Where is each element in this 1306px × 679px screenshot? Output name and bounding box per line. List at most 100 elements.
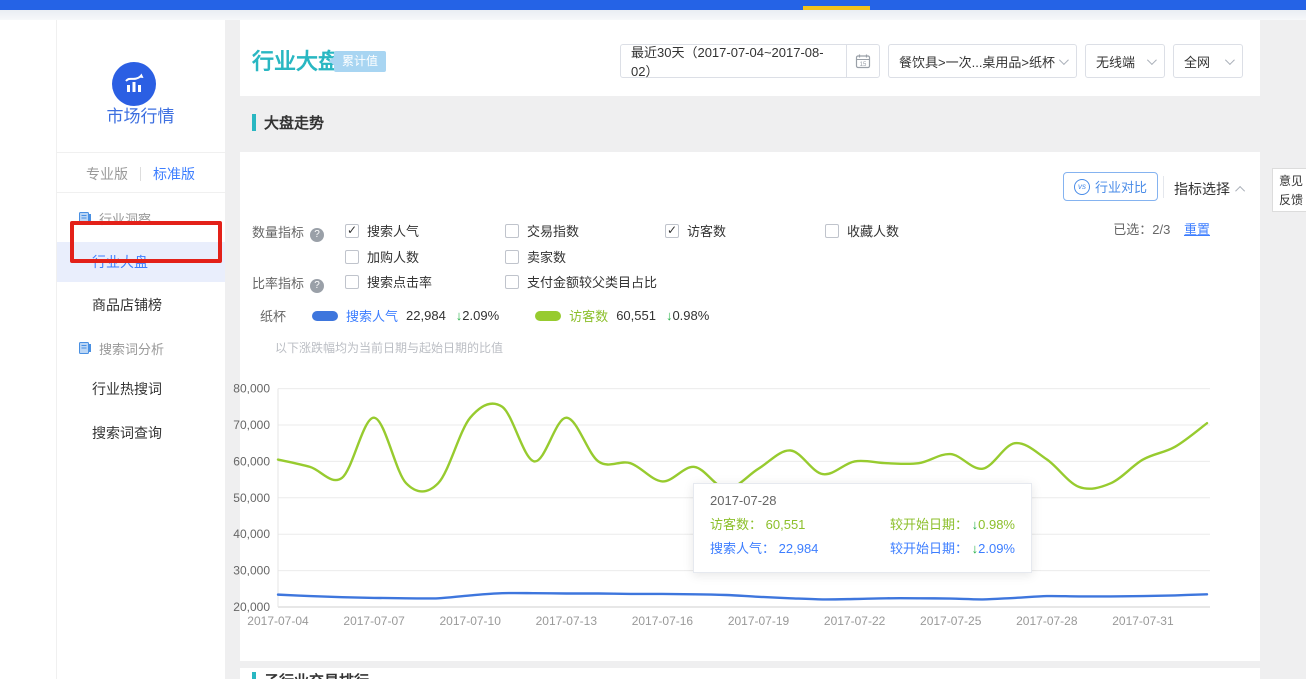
x-axis-tick-label: 2017-07-25: [920, 614, 982, 628]
metric-checkbox-label: 加购人数: [367, 247, 419, 266]
section-header-trend: 大盘走势: [252, 112, 324, 133]
legend-pill-search-popularity[interactable]: [312, 311, 338, 321]
sidebar: 市场行情 专业版 标准版 行业洞察 行业大盘 商品店铺榜: [0, 20, 225, 679]
vs-icon: vs: [1074, 179, 1090, 195]
next-section-panel: 子行业交易排行: [240, 668, 1260, 679]
scope-filter-value: 全网: [1184, 52, 1210, 71]
sidebar-item-label: 商品店铺榜: [92, 295, 162, 315]
metric-option: 加购人数: [345, 247, 419, 266]
metric-checkbox-label: 交易指数: [527, 221, 579, 240]
y-axis-tick-label: 30,000: [233, 564, 270, 578]
sidebar-item-label: 搜索词查询: [92, 423, 162, 443]
metric-checkbox[interactable]: [505, 224, 519, 238]
terminal-filter-dropdown[interactable]: 无线端: [1085, 44, 1165, 78]
metric-option: 卖家数: [505, 247, 566, 266]
chart-arrow-icon: [120, 70, 148, 98]
metric-checkbox-label: 搜索人气: [367, 221, 419, 240]
section-accent-bar: [252, 114, 256, 131]
metric-select-label: 指标选择: [1174, 179, 1230, 199]
industry-compare-button[interactable]: vs 行业对比: [1063, 172, 1158, 201]
metric-checkbox-label: 收藏人数: [847, 221, 899, 240]
metric-option: 交易指数: [505, 221, 579, 240]
sidebar-item-label: 行业大盘: [92, 252, 148, 272]
x-axis-tick-label: 2017-07-10: [440, 614, 502, 628]
metric-option: 访客数: [665, 221, 726, 240]
line-series-访客数: [278, 404, 1207, 492]
metric-checkbox-label: 搜索点击率: [367, 272, 432, 291]
sidebar-item-product-shop-ranking[interactable]: 商品店铺榜: [56, 295, 225, 315]
sidebar-item-industry-dashboard[interactable]: 行业大盘: [56, 242, 225, 282]
selected-count-row: 已选：2/3 重置: [1040, 219, 1210, 238]
metric-select-toggle[interactable]: 指标选择: [1174, 179, 1245, 199]
legend-series-value: 60,551: [616, 308, 656, 323]
chart-legend: 纸杯 搜索人气 22,984 ↓ 2.09% 访客数 60,551 ↓ 0.98…: [260, 306, 745, 325]
y-axis-tick-label: 80,000: [233, 382, 270, 396]
metric-checkbox[interactable]: [345, 250, 359, 264]
x-axis-tick-label: 2017-07-13: [536, 614, 598, 628]
help-icon[interactable]: ?: [310, 279, 324, 293]
metric-checkbox[interactable]: [505, 275, 519, 289]
ledger-icon: [78, 341, 92, 355]
y-axis-tick-label: 40,000: [233, 527, 270, 541]
section-title: 子行业交易排行: [264, 670, 369, 679]
top-navbar: [0, 0, 1306, 10]
legend-series-value: 22,984: [406, 308, 446, 323]
x-axis-tick-label: 2017-07-07: [343, 614, 405, 628]
chart-note: 以下涨跌幅均为当前日期与起始日期的比值: [275, 339, 503, 356]
date-range-picker[interactable]: 最近30天（2017-07-04~2017-08-02） 15: [620, 44, 880, 78]
metric-checkbox[interactable]: [505, 250, 519, 264]
metric-checkbox[interactable]: [665, 224, 679, 238]
sidebar-section-search-word-analysis: 搜索词分析: [56, 339, 225, 357]
feedback-tab[interactable]: 意见反馈: [1272, 168, 1306, 212]
x-axis-tick-label: 2017-07-28: [1016, 614, 1078, 628]
date-range-text: 最近30天（2017-07-04~2017-08-02）: [621, 42, 846, 80]
metric-checkbox[interactable]: [345, 275, 359, 289]
sidebar-section-label: 行业洞察: [99, 209, 151, 228]
section-gap: [240, 661, 1260, 668]
category-filter-dropdown[interactable]: 餐饮具>一次...桌用品>纸杯: [888, 44, 1077, 78]
ledger-icon: [78, 211, 92, 225]
metric-option: 搜索点击率: [345, 272, 432, 291]
y-axis-tick-label: 20,000: [233, 600, 270, 614]
metric-checkbox-label: 卖家数: [527, 247, 566, 266]
metric-checkbox-label: 访客数: [687, 221, 726, 240]
legend-series-name: 访客数: [569, 306, 608, 325]
sidebar-item-search-word-query[interactable]: 搜索词查询: [56, 423, 225, 443]
legend-series-delta: 0.98%: [672, 308, 709, 323]
metric-option: 搜索人气: [345, 221, 419, 240]
chevron-down-icon: [1059, 55, 1069, 65]
tab-pro-version[interactable]: 专业版: [86, 164, 128, 184]
x-axis-tick-label: 2017-07-22: [824, 614, 886, 628]
compare-button-label: 行业对比: [1095, 177, 1147, 196]
metric-checkbox-label: 支付金额较父类目占比: [527, 272, 657, 291]
help-icon[interactable]: ?: [310, 228, 324, 242]
chevron-down-icon: [1147, 55, 1157, 65]
category-filter-value: 餐饮具>一次...桌用品>纸杯: [899, 52, 1055, 71]
metric-checkbox[interactable]: [825, 224, 839, 238]
divider: [56, 152, 225, 153]
tab-standard-version[interactable]: 标准版: [153, 164, 195, 184]
market-quotes-logo-icon: [112, 62, 156, 106]
tooltip-row-search-popularity: 搜索人气： 22,984 较开始日期： ↓2.09%: [710, 537, 1015, 561]
scope-filter-dropdown[interactable]: 全网: [1173, 44, 1243, 78]
legend-pill-visitors[interactable]: [535, 311, 561, 321]
terminal-filter-value: 无线端: [1096, 52, 1135, 71]
x-axis-tick-label: 2017-07-19: [728, 614, 790, 628]
section-accent-bar: [252, 672, 256, 679]
sidebar-item-label: 行业热搜词: [92, 379, 162, 399]
reset-link[interactable]: 重置: [1184, 222, 1210, 237]
sidebar-item-industry-hot-search-words[interactable]: 行业热搜词: [56, 379, 225, 399]
divider: [56, 192, 225, 193]
calendar-icon[interactable]: 15: [846, 45, 879, 77]
app-title: 市场行情: [56, 102, 225, 127]
top-subband: [0, 10, 1306, 20]
tooltip-date: 2017-07-28: [710, 493, 1015, 508]
sidebar-section-industry-insight: 行业洞察: [56, 209, 225, 227]
chevron-up-icon: [1235, 185, 1245, 195]
chevron-down-icon: [1225, 55, 1235, 65]
legend-series-delta: 2.09%: [462, 308, 499, 323]
svg-text:15: 15: [860, 62, 867, 68]
metric-checkbox[interactable]: [345, 224, 359, 238]
section-title: 大盘走势: [264, 112, 324, 133]
x-axis-tick-label: 2017-07-16: [632, 614, 694, 628]
